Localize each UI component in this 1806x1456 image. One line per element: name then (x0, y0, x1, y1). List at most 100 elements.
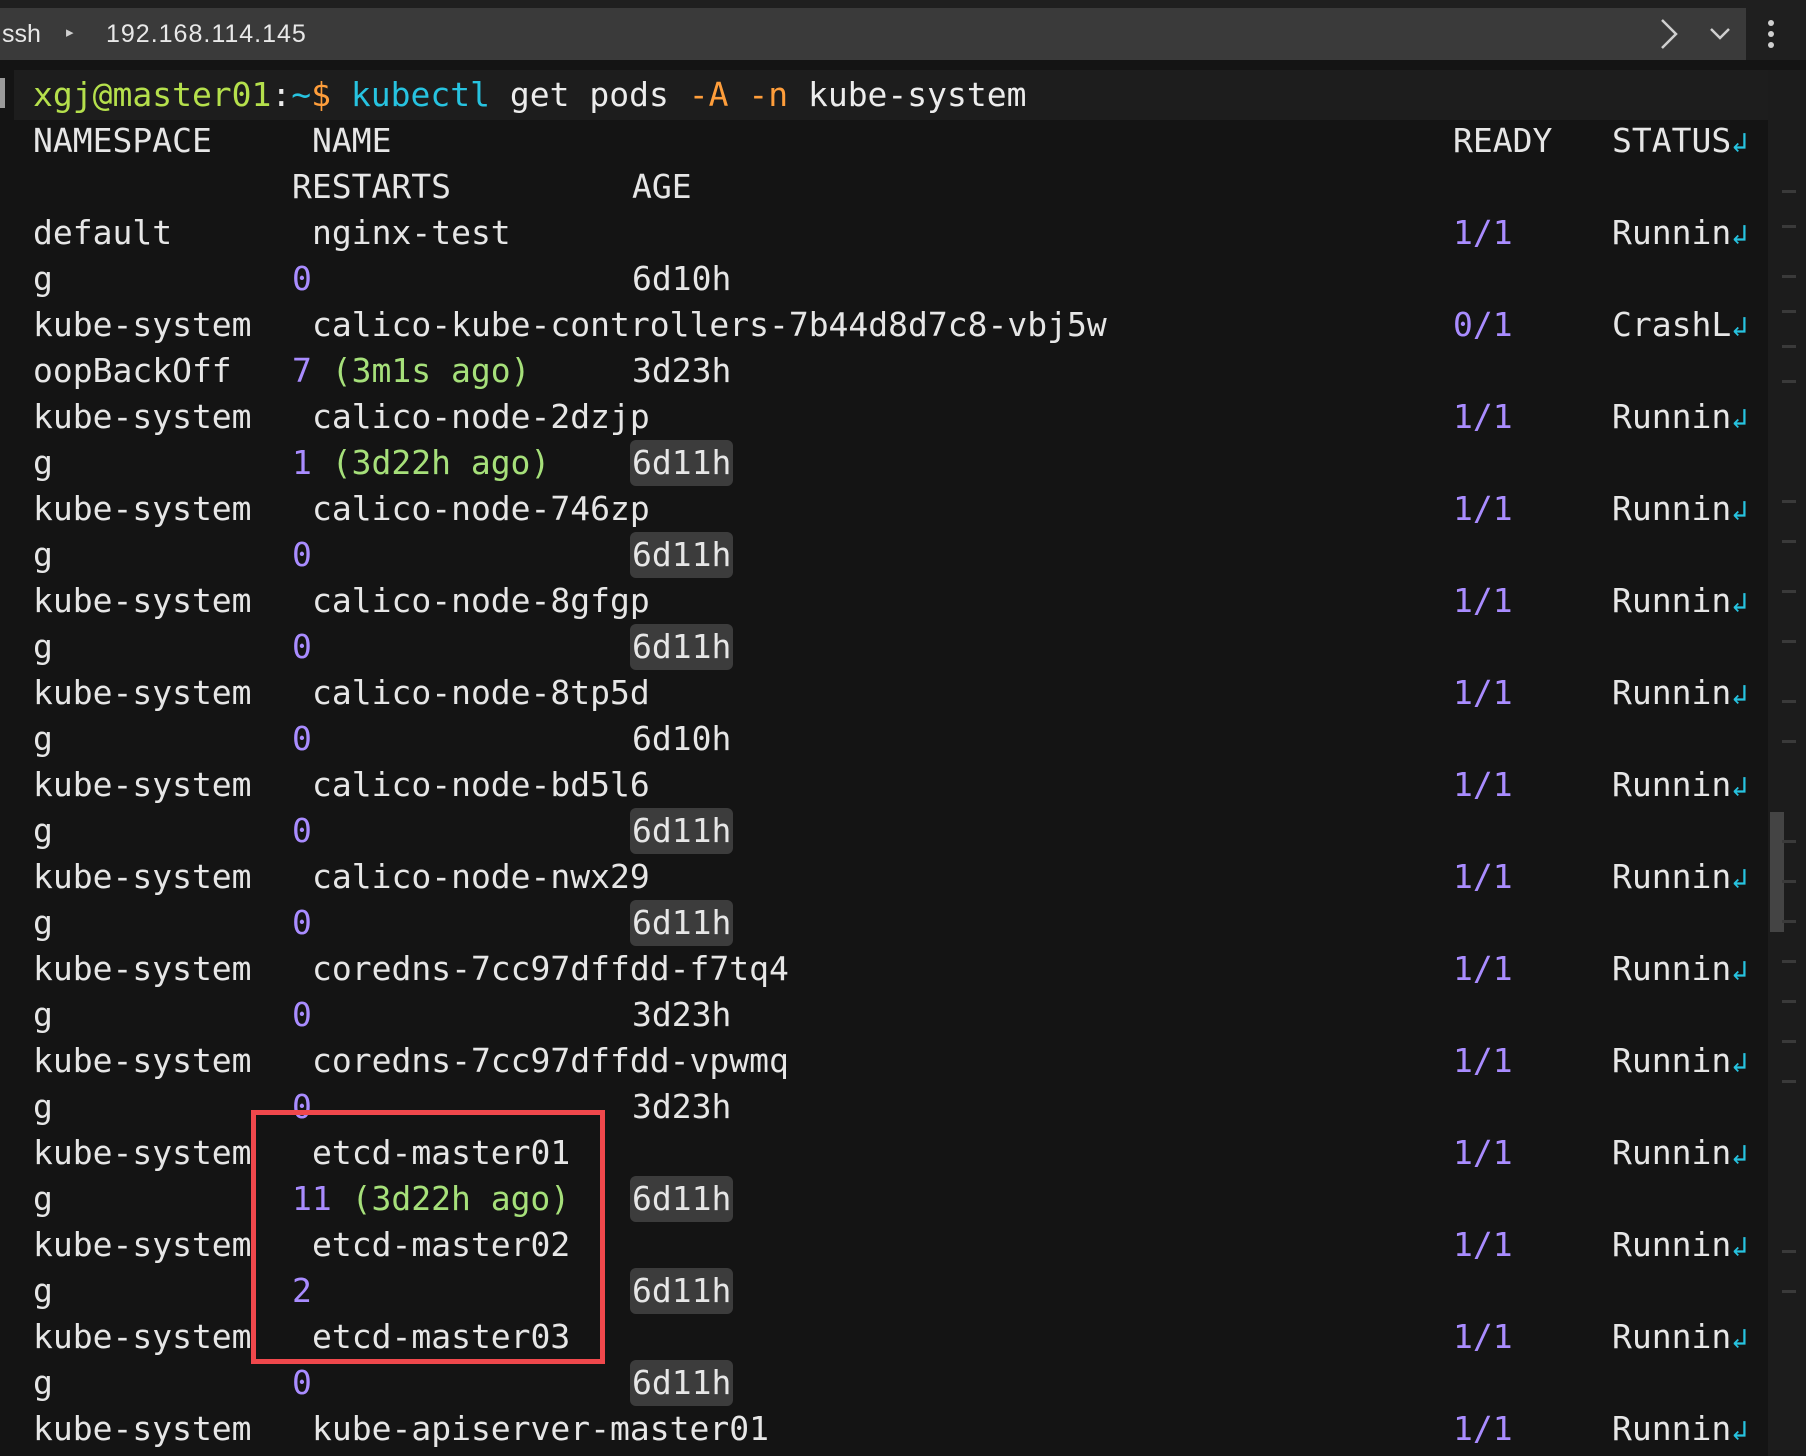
pod-restarts: 0 (292, 259, 312, 298)
header-ready: READY (1453, 121, 1553, 160)
pod-row-continuation: oopBackOff 7 (3m1s ago) 3d23h (0, 348, 1800, 394)
pod-row: kube-system calico-node-nwx29 1/1 Runnin↲ (0, 854, 1800, 900)
pod-row-continuation: g 0 6d10h (0, 716, 1800, 762)
pod-status: Runnin↲ (1612, 1317, 1749, 1356)
pod-row-continuation: g 0 6d11h (0, 624, 1800, 670)
pod-row: kube-system calico-kube-controllers-7b44d… (0, 302, 1800, 348)
pod-row-continuation: g 0 6d11h (0, 532, 1800, 578)
pod-row: kube-system calico-node-8gfgp 1/1 Runnin↲ (0, 578, 1800, 624)
scrollbar-marker (1782, 1250, 1796, 1253)
pod-namespace: kube-system (33, 949, 252, 988)
pod-name: calico-node-8tp5d (312, 673, 650, 712)
pod-ready: 1/1 (1453, 1133, 1513, 1172)
pod-restarts-note: (3d22h ago) (331, 443, 551, 482)
pod-name: calico-node-2dzjp (312, 397, 650, 436)
pod-age: 6d11h (630, 532, 734, 578)
pod-restarts: 0 (292, 535, 312, 574)
header-line: NAMESPACE NAME READY STATUS↲ (0, 118, 1800, 164)
breadcrumb-host[interactable]: 192.168.114.145 (106, 20, 307, 49)
wrap-icon: ↲ (1731, 126, 1749, 159)
pod-status-tail: g (33, 903, 53, 942)
pod-restarts: 0 (292, 995, 312, 1034)
wrap-icon: ↲ (1731, 586, 1749, 619)
wrap-icon: ↲ (1731, 954, 1749, 987)
pod-ready: 1/1 (1453, 213, 1513, 252)
wrap-icon: ↲ (1731, 310, 1749, 343)
wrap-icon: ↲ (1731, 678, 1749, 711)
pod-restarts: 7 (3m1s ago) (292, 351, 531, 390)
pod-status-tail: g (33, 627, 53, 666)
prompt-symbol: $ (311, 75, 332, 114)
pod-age: 3d23h (632, 351, 732, 390)
scrollbar-marker (1782, 960, 1796, 963)
pod-row-continuation: g 0 6d11h (0, 808, 1800, 854)
pod-status-tail: g (33, 443, 53, 482)
scrollbar-marker (1782, 590, 1796, 593)
pod-age: 6d11h (630, 1360, 734, 1406)
breadcrumb-shell[interactable]: ssh (2, 20, 41, 49)
pod-status-tail: g (33, 995, 53, 1034)
pod-age: 6d11h (630, 808, 734, 854)
pod-namespace: kube-system (33, 305, 252, 344)
scrollbar-marker (1782, 840, 1796, 843)
pod-row-continuation: g 2 6d11h (0, 1268, 1800, 1314)
pod-row: kube-system calico-node-bd5l6 1/1 Runnin↲ (0, 762, 1800, 808)
command-name: kubectl (350, 75, 490, 114)
scrollbar-marker (1782, 310, 1796, 313)
pod-status-tail: g (33, 811, 53, 850)
scrollbar-marker (1782, 740, 1796, 743)
pod-name: etcd-master02 (312, 1225, 571, 1264)
wrap-icon: ↲ (1731, 1414, 1749, 1447)
pod-name: coredns-7cc97dffdd-f7tq4 (312, 949, 789, 988)
prompt-colon: : (271, 75, 292, 114)
pod-name: etcd-master03 (312, 1317, 571, 1356)
pod-status: Runnin↲ (1612, 857, 1749, 896)
scrollbar-marker (1782, 700, 1796, 703)
scrollbar-marker (1782, 380, 1796, 383)
pod-namespace: default (33, 213, 173, 252)
pod-age: 6d11h (630, 900, 734, 946)
wrap-icon: ↲ (1731, 1138, 1749, 1171)
pod-restarts: 1 (3d22h ago) (292, 443, 551, 482)
pod-namespace: kube-system (33, 581, 252, 620)
pod-row-continuation: g 0 6d11h (0, 1360, 1800, 1406)
pod-row: kube-system calico-node-746zp 1/1 Runnin↲ (0, 486, 1800, 532)
pod-restarts-note: (3d22h ago) (351, 1179, 571, 1218)
header-line-2: RESTARTS AGE (0, 164, 1800, 210)
pod-row: kube-system etcd-master03 1/1 Runnin↲ (0, 1314, 1800, 1360)
pod-namespace: kube-system (33, 857, 252, 896)
pod-ready: 1/1 (1453, 1409, 1513, 1448)
command-args: get pods (509, 75, 669, 114)
command-flag-n: -n (748, 75, 789, 114)
pod-row-continuation: g 1 (3d22h ago) 6d11h (0, 440, 1800, 486)
pod-row-continuation: g 0 3d23h (0, 1084, 1800, 1130)
pod-name: coredns-7cc97dffdd-vpwmq (312, 1041, 789, 1080)
scrollbar-marker (1782, 640, 1796, 643)
prompt-path: ~ (291, 75, 312, 114)
scrollbar-marker (1782, 1000, 1796, 1003)
pod-age: 6d10h (632, 719, 732, 758)
pod-restarts: 0 (292, 811, 312, 850)
pod-name: calico-node-8gfgp (312, 581, 650, 620)
command-flag-a: -A (688, 75, 729, 114)
pod-row-continuation: g 0 6d10h (0, 256, 1800, 302)
scrollbar-thumb[interactable] (1770, 812, 1784, 932)
chevron-down-icon[interactable] (1702, 14, 1738, 54)
pod-status: Runnin↲ (1612, 1409, 1749, 1448)
pod-status-tail: g (33, 719, 53, 758)
pod-ready: 1/1 (1453, 857, 1513, 896)
pod-row: kube-system etcd-master02 1/1 Runnin↲ (0, 1222, 1800, 1268)
pod-restarts: 0 (292, 1087, 312, 1126)
pod-status-tail: oopBackOff (33, 351, 232, 390)
pod-age: 6d11h (630, 1176, 734, 1222)
pod-restarts: 0 (292, 1363, 312, 1402)
wrap-icon: ↲ (1731, 218, 1749, 251)
pod-name: calico-node-746zp (312, 489, 650, 528)
more-menu-icon[interactable] (1758, 14, 1784, 54)
pod-status: Runnin↲ (1612, 1041, 1749, 1080)
pod-status: CrashL↲ (1612, 305, 1749, 344)
pod-row: kube-system coredns-7cc97dffdd-f7tq4 1/1 Ru… (0, 946, 1800, 992)
pod-restarts: 2 (292, 1271, 312, 1310)
pod-ready: 1/1 (1453, 1225, 1513, 1264)
chevron-right-icon[interactable] (1652, 14, 1686, 54)
